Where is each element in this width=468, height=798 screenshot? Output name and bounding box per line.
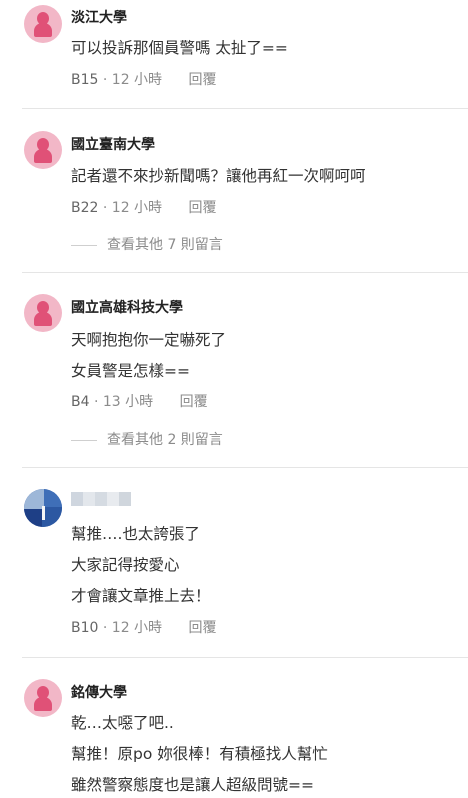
timestamp: 13 小時 xyxy=(102,394,154,410)
comment-text: 幫推….也太誇張了 xyxy=(71,525,200,543)
comment-meta: B10 · 12 小時 回覆 xyxy=(71,617,217,637)
comment-text: 乾…太噁了吧.. xyxy=(71,714,174,732)
timestamp: 12 小時 xyxy=(111,620,163,636)
meta-separator: · xyxy=(93,394,103,410)
avatar-female-icon[interactable] xyxy=(24,5,62,43)
author-school[interactable]: 國立高雄科技大學 xyxy=(71,297,183,317)
comment-text: 大家記得按愛心 xyxy=(71,556,180,574)
avatar-female-icon[interactable] xyxy=(24,131,62,169)
meta-separator: · xyxy=(102,200,112,216)
author-name-blurred[interactable] xyxy=(71,492,131,506)
divider xyxy=(22,467,468,468)
timestamp: 12 小時 xyxy=(111,72,163,88)
separator-line xyxy=(71,439,97,441)
floor-number: B4 xyxy=(71,394,90,410)
reply-button[interactable]: 回覆 xyxy=(189,620,217,636)
view-more-label: 查看其他 2 則留言 xyxy=(107,432,223,448)
comment-text: 可以投訴那個員警嗎 太扯了== xyxy=(71,39,288,57)
comment-meta: B4 · 13 小時 回覆 xyxy=(71,391,208,411)
comment-text: 記者還不來抄新聞嗎？讓他再紅一次啊呵呵 xyxy=(71,167,366,185)
view-more-label: 查看其他 7 則留言 xyxy=(107,237,223,253)
comment-text: 才會讓文章推上去！ xyxy=(71,587,211,605)
view-more-replies-link[interactable]: 查看其他 7 則留言 xyxy=(71,234,223,254)
divider xyxy=(22,657,468,658)
floor-number: B15 xyxy=(71,72,99,88)
avatar-female-icon[interactable] xyxy=(24,679,62,717)
avatar-female-icon[interactable] xyxy=(24,294,62,332)
comment-text: 雖然警察態度也是讓人超級問號== xyxy=(71,776,314,794)
comment-text: 幫推！原po 妳很棒！有積極找人幫忙 xyxy=(71,745,328,763)
comment-meta: B22 · 12 小時 回覆 xyxy=(71,197,217,217)
reply-button[interactable]: 回覆 xyxy=(189,72,217,88)
author-school[interactable]: 淡江大學 xyxy=(71,7,127,27)
comment-meta: B15 · 12 小時 回覆 xyxy=(71,69,217,89)
reply-button[interactable]: 回覆 xyxy=(180,394,208,410)
meta-separator: · xyxy=(102,620,112,636)
reply-button[interactable]: 回覆 xyxy=(189,200,217,216)
view-more-replies-link[interactable]: 查看其他 2 則留言 xyxy=(71,429,223,449)
floor-number: B10 xyxy=(71,620,99,636)
author-school[interactable]: 國立臺南大學 xyxy=(71,134,155,154)
avatar-blurred-icon[interactable] xyxy=(24,489,62,527)
divider xyxy=(22,108,468,109)
comment-text: 女員警是怎樣== xyxy=(71,362,190,380)
separator-line xyxy=(71,244,97,246)
comment-text: 天啊抱抱你一定嚇死了 xyxy=(71,331,227,349)
divider xyxy=(22,272,468,273)
timestamp: 12 小時 xyxy=(111,200,163,216)
floor-number: B22 xyxy=(71,200,99,216)
author-school[interactable]: 銘傳大學 xyxy=(71,682,127,702)
meta-separator: · xyxy=(102,72,112,88)
